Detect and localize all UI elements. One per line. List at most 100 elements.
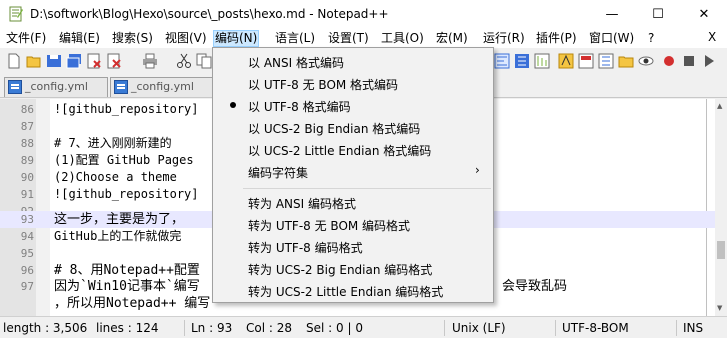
print-icon[interactable] xyxy=(142,53,158,69)
wrap-icon[interactable] xyxy=(494,53,510,69)
encoding-menu: 以 ANSI 格式编码 以 UTF-8 无 BOM 格式编码 以 UTF-8 格… xyxy=(212,47,494,303)
menu-item-label: 以 UCS-2 Little Endian 格式编码 xyxy=(248,144,432,158)
menu-view[interactable]: 视图(V) xyxy=(164,30,208,47)
copy-icon[interactable] xyxy=(196,53,212,69)
title-bar: D:\softwork\Blog\Hexo\source\_posts\hexo… xyxy=(0,0,727,28)
status-separator xyxy=(555,320,556,336)
status-bar: length : 3,506 lines : 124 Ln : 93 Col :… xyxy=(0,316,727,338)
line-text: GitHub上的工作就做完 xyxy=(54,229,182,243)
tab-label: _config.yml xyxy=(25,80,88,93)
minimize-button[interactable]: — xyxy=(589,0,635,28)
menu-help[interactable]: ? xyxy=(647,30,655,47)
menu-item-encode-ucs2-be[interactable]: 以 UCS-2 Big Endian 格式编码 xyxy=(215,116,491,138)
scroll-thumb[interactable] xyxy=(717,241,725,259)
line-number: 95 xyxy=(20,247,34,260)
play-icon[interactable] xyxy=(701,53,717,69)
save-icon[interactable] xyxy=(46,53,62,69)
line-text: 因为`Win10记事本`编写 xyxy=(54,279,200,294)
menu-item-label: 以 ANSI 格式编码 xyxy=(248,56,344,70)
menu-run[interactable]: 运行(R) xyxy=(482,30,526,47)
menu-window[interactable]: 窗口(W) xyxy=(588,30,635,47)
menu-encoding[interactable]: 编码(N) xyxy=(213,30,260,47)
open-file-icon[interactable] xyxy=(26,53,42,69)
monitor-icon[interactable] xyxy=(638,53,654,69)
status-column: Col : 28 xyxy=(246,321,292,335)
menu-item-encode-utf8-no-bom[interactable]: 以 UTF-8 无 BOM 格式编码 xyxy=(215,72,491,94)
line-text: (2)Choose a theme xyxy=(54,170,177,184)
close-button[interactable]: ✕ xyxy=(681,0,727,28)
close-document-button[interactable]: X xyxy=(708,30,716,44)
menu-item-encode-ansi[interactable]: 以 ANSI 格式编码 xyxy=(215,50,491,72)
menu-item-character-sets[interactable]: 编码字符集 › xyxy=(215,160,491,182)
status-line-number: Ln : 93 xyxy=(191,321,233,335)
menu-item-encode-ucs2-le[interactable]: 以 UCS-2 Little Endian 格式编码 xyxy=(215,138,491,160)
scroll-down-icon[interactable]: ▼ xyxy=(717,304,722,312)
menu-item-encode-utf8[interactable]: 以 UTF-8 格式编码 xyxy=(215,94,491,116)
menu-item-convert-utf8-no-bom[interactable]: 转为 UTF-8 无 BOM 编码格式 xyxy=(215,213,491,235)
menu-item-convert-ansi[interactable]: 转为 ANSI 编码格式 xyxy=(215,191,491,213)
notepadpp-app-icon xyxy=(9,6,23,22)
folder-icon[interactable] xyxy=(618,53,634,69)
function-list-icon[interactable] xyxy=(598,53,614,69)
line-text-overflow: 会导致乱码 xyxy=(502,279,568,294)
line-number: 91 xyxy=(20,188,34,201)
file-saved-icon xyxy=(114,80,128,94)
menu-item-label: 以 UTF-8 格式编码 xyxy=(248,100,351,114)
record-icon[interactable] xyxy=(661,53,677,69)
line-number: 97 xyxy=(20,280,34,293)
stop-icon[interactable] xyxy=(681,53,697,69)
cut-icon[interactable] xyxy=(176,53,192,69)
file-saved-icon xyxy=(8,80,22,94)
menu-item-label: 编码字符集 xyxy=(248,166,309,180)
status-selection: Sel : 0 | 0 xyxy=(306,321,363,335)
status-eol: Unix (LF) xyxy=(452,321,506,335)
submenu-arrow-icon: › xyxy=(475,163,480,177)
indent-guide-icon[interactable] xyxy=(534,53,550,69)
line-number: 88 xyxy=(20,137,34,150)
menu-item-convert-ucs2-le[interactable]: 转为 UCS-2 Little Endian 编码格式 xyxy=(215,279,491,301)
menu-edit[interactable]: 编辑(E) xyxy=(58,30,101,47)
menu-item-convert-utf8[interactable]: 转为 UTF-8 编码格式 xyxy=(215,235,491,257)
line-text: (1)配置 GitHub Pages xyxy=(54,153,194,167)
menu-settings[interactable]: 设置(T) xyxy=(327,30,370,47)
line-text: # 7、进入刚刚新建的 xyxy=(54,136,172,150)
menu-item-convert-ucs2-be[interactable]: 转为 UCS-2 Big Endian 编码格式 xyxy=(215,257,491,279)
menu-item-label: 转为 UTF-8 编码格式 xyxy=(248,241,363,255)
menu-plugins[interactable]: 插件(P) xyxy=(535,30,578,47)
status-separator xyxy=(444,320,445,336)
scroll-up-icon[interactable]: ▲ xyxy=(717,102,722,110)
doc-map-icon[interactable] xyxy=(578,53,594,69)
line-text: ![github_repository] xyxy=(54,102,199,116)
menu-file[interactable]: 文件(F) xyxy=(5,30,47,47)
tab-config-yml-2[interactable]: _config.yml xyxy=(110,77,214,97)
status-separator xyxy=(184,320,185,336)
menu-tools[interactable]: 工具(O) xyxy=(380,30,425,47)
save-all-icon[interactable] xyxy=(66,53,82,69)
line-number: 90 xyxy=(20,171,34,184)
status-encoding: UTF-8-BOM xyxy=(562,321,629,335)
status-insert-mode: INS xyxy=(683,321,704,335)
line-number: 93 xyxy=(20,213,34,226)
line-text: 这一步，主要是为了， xyxy=(54,212,185,227)
line-text: # 8、用Notepad++配置 xyxy=(54,263,200,278)
close-all-icon[interactable] xyxy=(106,53,122,69)
close-icon[interactable] xyxy=(86,53,102,69)
menu-item-label: 转为 UCS-2 Little Endian 编码格式 xyxy=(248,285,444,299)
tab-config-yml-1[interactable]: _config.yml xyxy=(4,77,108,97)
vertical-scrollbar[interactable]: ▲ ▼ xyxy=(715,99,727,316)
new-file-icon[interactable] xyxy=(6,53,22,69)
lang-icon[interactable] xyxy=(558,53,574,69)
status-length: length : 3,506 xyxy=(3,321,88,335)
all-chars-icon[interactable] xyxy=(514,53,530,69)
maximize-button[interactable]: ☐ xyxy=(635,0,681,28)
menu-item-label: 以 UTF-8 无 BOM 格式编码 xyxy=(248,78,399,92)
menu-item-label: 转为 UTF-8 无 BOM 编码格式 xyxy=(248,219,411,233)
menu-language[interactable]: 语言(L) xyxy=(274,30,316,47)
menu-macro[interactable]: 宏(M) xyxy=(435,30,469,47)
menu-search[interactable]: 搜索(S) xyxy=(111,30,154,47)
line-number: 94 xyxy=(20,230,34,243)
line-number: 86 xyxy=(20,103,34,116)
tab-label: _config.yml xyxy=(131,80,194,93)
line-number: 96 xyxy=(20,264,34,277)
menu-separator xyxy=(243,188,491,189)
